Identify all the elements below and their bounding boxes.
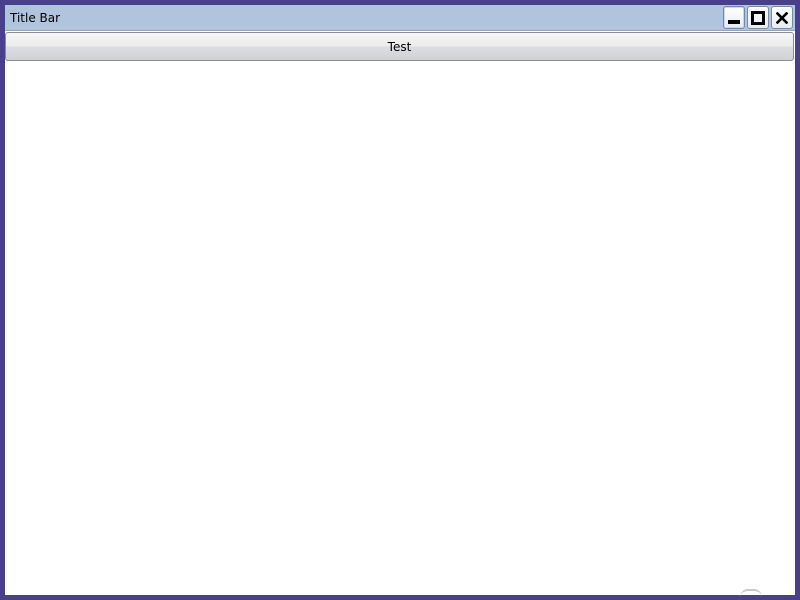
maximize-icon <box>751 10 765 25</box>
content-area <box>5 62 795 595</box>
app-window: Title Bar Test <box>0 0 800 600</box>
maximize-button[interactable] <box>747 6 769 29</box>
minimize-icon <box>728 19 740 24</box>
close-button[interactable] <box>771 6 793 29</box>
window-title: Title Bar <box>10 11 61 25</box>
title-bar[interactable]: Title Bar <box>5 5 795 31</box>
minimize-button[interactable] <box>723 6 745 29</box>
resize-grip[interactable] <box>740 589 762 597</box>
close-icon <box>776 11 788 24</box>
test-button[interactable]: Test <box>5 32 794 61</box>
